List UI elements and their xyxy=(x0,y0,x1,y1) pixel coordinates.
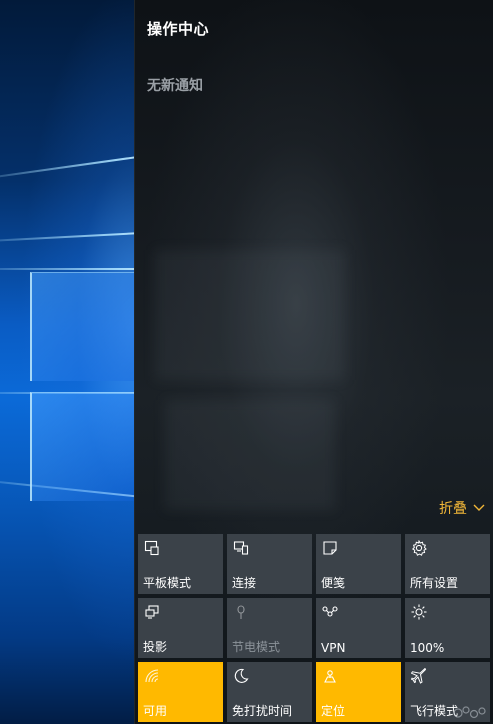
action-center-panel: 操作中心 无新通知 折叠 平板模式 连接 便笺 所有设置 投影 节电模式 VPN… xyxy=(134,0,493,724)
tablet-mode-icon xyxy=(144,540,159,556)
tile-label: 所有设置 xyxy=(410,576,459,590)
tile-label: 可用 xyxy=(143,704,168,718)
tile-airplane-mode[interactable]: 飞行模式 xyxy=(405,662,490,722)
blurred-backdrop xyxy=(165,400,335,510)
tile-tablet-mode[interactable]: 平板模式 xyxy=(138,534,223,594)
watermark-icon xyxy=(453,706,486,719)
wifi-icon xyxy=(145,669,159,683)
battery-saver-icon xyxy=(237,605,245,619)
tile-vpn[interactable]: VPN xyxy=(316,598,401,658)
blurred-backdrop xyxy=(155,250,345,380)
tile-label: 免打扰时间 xyxy=(232,704,293,718)
airplane-icon xyxy=(411,668,427,684)
collapse-label: 折叠 xyxy=(439,501,467,517)
collapse-button[interactable]: 折叠 xyxy=(439,498,485,518)
tile-label: 定位 xyxy=(321,704,346,718)
location-icon xyxy=(324,670,336,683)
note-icon xyxy=(323,541,337,555)
tile-label: 100% xyxy=(410,641,445,655)
tile-label: 平板模式 xyxy=(143,576,192,590)
action-center-title: 操作中心 xyxy=(147,20,210,38)
wallpaper-light-ray xyxy=(0,230,134,244)
tile-label: 飞行模式 xyxy=(410,704,459,718)
tile-brightness[interactable]: 100% xyxy=(405,598,490,658)
windows-logo-pane xyxy=(30,392,134,501)
project-icon xyxy=(145,605,159,619)
tile-label: 投影 xyxy=(143,640,168,654)
desktop-wallpaper xyxy=(0,0,134,724)
tile-connect[interactable]: 连接 xyxy=(227,534,312,594)
tile-project[interactable]: 投影 xyxy=(138,598,223,658)
brightness-icon xyxy=(411,604,427,620)
tile-label: 连接 xyxy=(232,576,257,590)
tile-label: VPN xyxy=(321,641,346,655)
tile-battery-saver[interactable]: 节电模式 xyxy=(227,598,312,658)
wallpaper-light-ray xyxy=(0,268,134,270)
gear-icon xyxy=(411,540,427,556)
chevron-down-icon xyxy=(473,504,485,511)
tile-quiet-hours[interactable]: 免打扰时间 xyxy=(227,662,312,722)
vpn-icon xyxy=(322,606,338,617)
tile-all-settings[interactable]: 所有设置 xyxy=(405,534,490,594)
wallpaper-light-ray xyxy=(0,150,134,183)
no-notifications-text: 无新通知 xyxy=(147,78,203,94)
tile-location[interactable]: 定位 xyxy=(316,662,401,722)
tile-label: 便笺 xyxy=(321,576,346,590)
windows-logo-pane xyxy=(30,272,134,381)
tile-label: 节电模式 xyxy=(232,640,281,654)
tile-note[interactable]: 便笺 xyxy=(316,534,401,594)
tile-wifi[interactable]: 可用 xyxy=(138,662,223,722)
screen: 操作中心 无新通知 折叠 平板模式 连接 便笺 所有设置 投影 节电模式 VPN… xyxy=(0,0,493,724)
moon-icon xyxy=(234,668,249,683)
connect-icon xyxy=(233,541,249,555)
